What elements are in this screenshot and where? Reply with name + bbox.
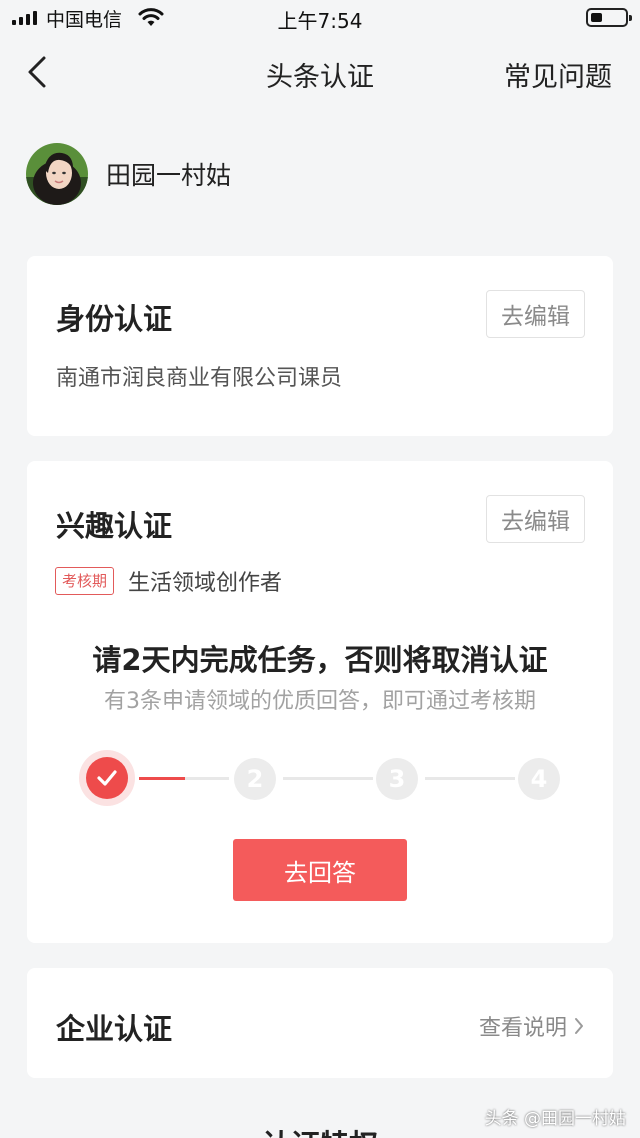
chevron-right-icon (575, 1018, 583, 1034)
enterprise-card[interactable]: 企业认证 查看说明 (27, 968, 613, 1078)
step-3: 3 (376, 758, 418, 800)
profile-name: 田园一村姑 (106, 161, 232, 190)
step-1-complete (86, 757, 128, 799)
clock: 上午7:54 (277, 9, 363, 33)
watermark: 头条 @田园一村姑 (484, 1109, 626, 1129)
step-connector-progress (139, 777, 185, 780)
review-period-badge: 考核期 (55, 567, 115, 595)
progress-steps: 2 3 4 (27, 749, 613, 809)
step-4: 4 (518, 758, 560, 800)
interest-title: 兴趣认证 (56, 509, 173, 543)
interest-tag-row: 考核期 生活领域创作者 (55, 565, 282, 597)
view-description-link[interactable]: 查看说明 (479, 1010, 585, 1042)
screen: 中国电信 上午7:54 头条认证 常见问题 田园一村姑 身份认证 去编辑 南通市… (0, 0, 640, 1138)
identity-title: 身份认证 (56, 302, 173, 336)
back-button[interactable] (18, 50, 62, 94)
check-icon (97, 770, 117, 786)
faq-link[interactable]: 常见问题 (504, 55, 612, 94)
step-connector (425, 777, 515, 780)
identity-edit-button[interactable]: 去编辑 (486, 290, 585, 338)
identity-description: 南通市润良商业有限公司课员 (56, 366, 343, 391)
nav-bar: 头条认证 常见问题 (0, 36, 640, 108)
identity-card: 身份认证 去编辑 南通市润良商业有限公司课员 (27, 256, 613, 436)
avatar-image (26, 143, 88, 205)
answer-button[interactable]: 去回答 (233, 839, 407, 901)
battery-icon (586, 8, 632, 27)
task-subtitle: 有3条申请领域的优质回答，即可通过考核期 (104, 689, 536, 714)
chevron-left-icon (28, 56, 46, 88)
enterprise-title: 企业认证 (56, 1012, 173, 1046)
view-description-label: 查看说明 (478, 1016, 567, 1041)
profile-header: 田园一村姑 (26, 142, 231, 206)
battery-level (591, 13, 603, 22)
interest-domain: 生活领域创作者 (128, 571, 283, 596)
interest-card: 兴趣认证 去编辑 考核期 生活领域创作者 请2天内完成任务，否则将取消认证 有3… (27, 461, 613, 943)
avatar[interactable] (26, 143, 88, 205)
status-bar: 中国电信 上午7:54 (0, 0, 640, 36)
step-2: 2 (234, 758, 276, 800)
step-connector (283, 777, 373, 780)
task-title: 请2天内完成任务，否则将取消认证 (92, 643, 548, 677)
interest-edit-button[interactable]: 去编辑 (486, 495, 585, 543)
